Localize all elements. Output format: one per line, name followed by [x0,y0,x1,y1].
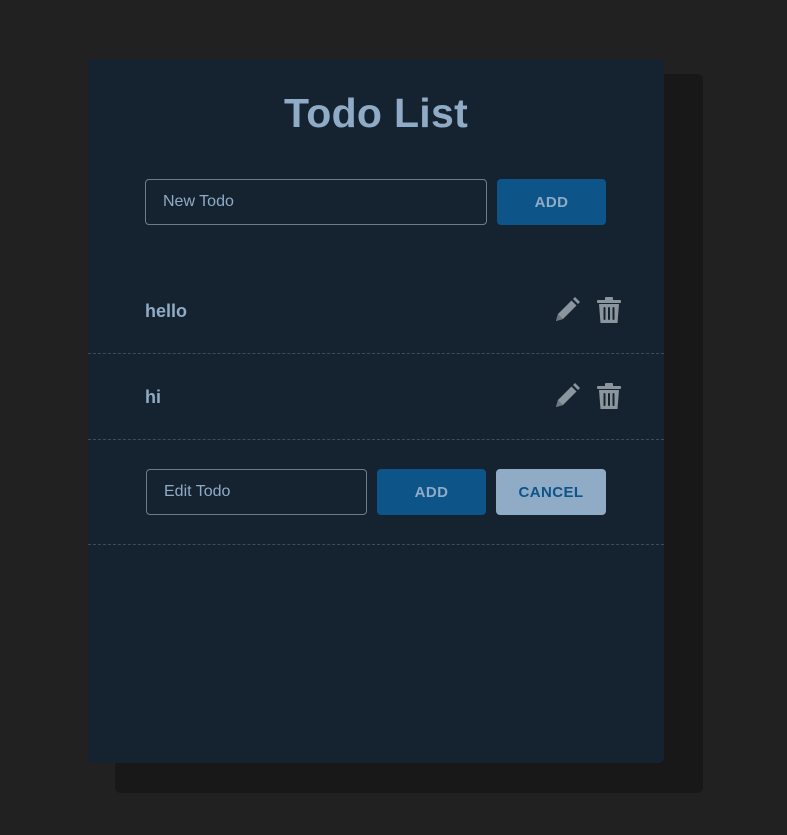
add-todo-button[interactable]: ADD [497,179,606,225]
pencil-icon[interactable] [552,295,582,325]
edit-todo-input[interactable] [146,469,367,515]
todo-card: Todo List ADD hello hi [88,59,664,763]
edit-todo-row: ADD CANCEL [88,440,664,545]
todo-item-text: hi [145,387,161,407]
edit-add-button[interactable]: ADD [377,469,486,515]
trash-icon[interactable] [594,295,624,325]
todo-item: hi [88,355,664,440]
pencil-icon[interactable] [552,381,582,411]
new-todo-input[interactable] [145,179,487,225]
trash-icon[interactable] [594,381,624,411]
todo-item-text: hello [145,301,188,321]
todo-item: hello [88,269,664,354]
page-title: Todo List [283,90,469,136]
cancel-button[interactable]: CANCEL [496,469,606,515]
